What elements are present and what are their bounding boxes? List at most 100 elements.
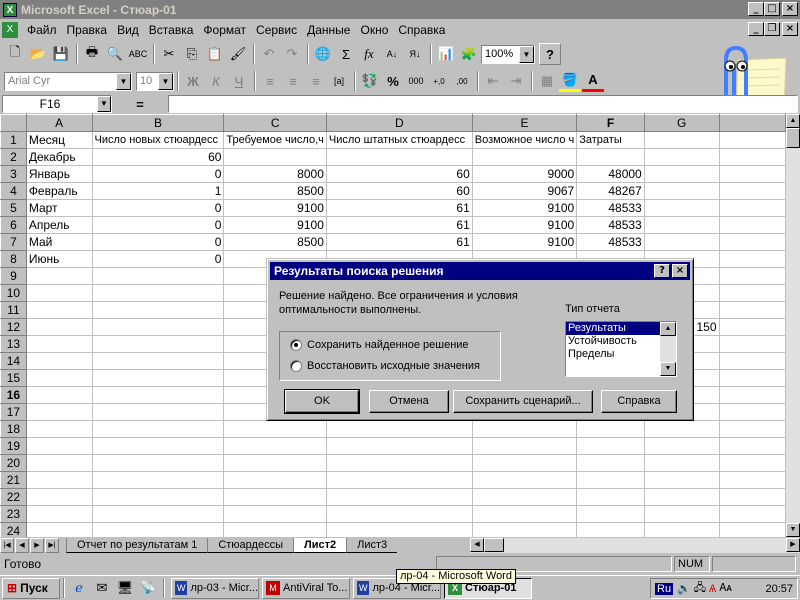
hyperlink-icon[interactable]: 🌐 bbox=[312, 43, 334, 65]
chevron-down-icon[interactable]: ▼ bbox=[97, 96, 111, 112]
cell[interactable] bbox=[26, 284, 93, 302]
cell[interactable]: 0 bbox=[92, 216, 225, 234]
help-icon[interactable]: ? bbox=[539, 43, 561, 65]
cell[interactable] bbox=[326, 420, 473, 438]
equals-button[interactable]: = bbox=[112, 97, 168, 112]
scroll-down-icon[interactable]: ▼ bbox=[660, 362, 676, 376]
cell[interactable]: 48000 bbox=[576, 165, 645, 183]
font-size-select[interactable]: 10 ▼ bbox=[136, 71, 174, 91]
spelling-icon[interactable]: ABC bbox=[127, 43, 149, 65]
cell[interactable]: 9067 bbox=[472, 182, 578, 200]
ok-button[interactable]: OK bbox=[284, 389, 360, 414]
prev-sheet-icon[interactable]: ◀ bbox=[15, 538, 29, 553]
cell[interactable] bbox=[576, 522, 645, 537]
cancel-button[interactable]: Отмена bbox=[369, 390, 449, 413]
cell[interactable]: Май bbox=[26, 233, 93, 251]
cell[interactable] bbox=[719, 488, 786, 506]
row-header[interactable]: 9 bbox=[0, 267, 27, 285]
cell[interactable]: Февраль bbox=[26, 182, 93, 200]
cell[interactable] bbox=[644, 216, 720, 234]
row-header[interactable]: 16 bbox=[0, 386, 27, 404]
cell[interactable] bbox=[576, 471, 645, 489]
cell[interactable] bbox=[719, 301, 786, 319]
scroll-right-icon[interactable]: ▶ bbox=[786, 538, 800, 552]
cell[interactable] bbox=[719, 522, 786, 537]
close-button[interactable]: × bbox=[782, 2, 798, 16]
cell[interactable] bbox=[644, 437, 720, 455]
language-indicator[interactable]: Ru bbox=[655, 582, 674, 595]
first-sheet-icon[interactable]: |◀ bbox=[0, 538, 14, 553]
cell[interactable] bbox=[26, 488, 93, 506]
print-preview-icon[interactable]: 🔍 bbox=[104, 43, 126, 65]
row-header[interactable]: 17 bbox=[0, 403, 27, 421]
cell[interactable] bbox=[92, 403, 225, 421]
cell[interactable]: 60 bbox=[326, 182, 473, 200]
cell[interactable] bbox=[576, 420, 645, 438]
cell[interactable]: Месяц bbox=[26, 131, 93, 149]
row-header[interactable]: 1 bbox=[0, 131, 27, 149]
cell[interactable]: 9100 bbox=[472, 233, 578, 251]
cell[interactable] bbox=[223, 471, 327, 489]
cell[interactable] bbox=[472, 437, 578, 455]
cell[interactable] bbox=[644, 182, 720, 200]
cell[interactable]: 48267 bbox=[576, 182, 645, 200]
cell[interactable]: 9100 bbox=[472, 199, 578, 217]
cell[interactable] bbox=[92, 352, 225, 370]
cell[interactable] bbox=[326, 148, 473, 166]
currency-icon[interactable]: 💱 bbox=[359, 70, 381, 92]
cell[interactable] bbox=[719, 284, 786, 302]
cell[interactable]: Затраты bbox=[576, 131, 645, 149]
autosum-icon[interactable]: Σ bbox=[335, 43, 357, 65]
align-center-icon[interactable]: ≡ bbox=[282, 70, 304, 92]
cell[interactable] bbox=[472, 454, 578, 472]
cell[interactable] bbox=[26, 301, 93, 319]
save-scenario-button[interactable]: Сохранить сценарий... bbox=[453, 390, 593, 413]
cell[interactable] bbox=[576, 488, 645, 506]
cell[interactable] bbox=[26, 505, 93, 523]
scroll-down-icon[interactable]: ▼ bbox=[786, 523, 800, 537]
vertical-scrollbar[interactable]: ▲ ▼ bbox=[786, 114, 800, 537]
cell[interactable]: 61 bbox=[326, 233, 473, 251]
cell[interactable] bbox=[472, 488, 578, 506]
merge-center-icon[interactable]: [a] bbox=[328, 70, 350, 92]
cell[interactable]: Апрель bbox=[26, 216, 93, 234]
row-header[interactable]: 24 bbox=[0, 522, 27, 537]
cell[interactable] bbox=[644, 131, 720, 149]
row-header[interactable]: 11 bbox=[0, 301, 27, 319]
cell[interactable] bbox=[326, 471, 473, 489]
cell[interactable] bbox=[92, 386, 225, 404]
row-header[interactable]: 15 bbox=[0, 369, 27, 387]
cell[interactable] bbox=[576, 454, 645, 472]
cell[interactable]: 60 bbox=[92, 148, 225, 166]
row-header[interactable]: 4 bbox=[0, 182, 27, 200]
cell[interactable]: 8500 bbox=[223, 233, 327, 251]
align-left-icon[interactable]: ≡ bbox=[259, 70, 281, 92]
cell[interactable] bbox=[26, 267, 93, 285]
cell[interactable] bbox=[26, 318, 93, 336]
indent-increase-icon[interactable]: ⇥ bbox=[505, 70, 527, 92]
zoom-select[interactable]: 100% ▼ bbox=[481, 44, 535, 64]
window-titlebar[interactable]: X Microsoft Excel - Стюар-01 _ □ × bbox=[0, 0, 800, 19]
sheet-tab-report[interactable]: Отчет по результатам 1 bbox=[66, 538, 208, 553]
row-header[interactable]: 10 bbox=[0, 284, 27, 302]
report-option-limits[interactable]: Пределы bbox=[566, 348, 662, 361]
function-icon[interactable]: fx bbox=[358, 43, 380, 65]
cell[interactable] bbox=[223, 437, 327, 455]
dialog-titlebar[interactable]: Результаты поиска решения ? × bbox=[270, 262, 690, 280]
cell[interactable]: Возможное число ч bbox=[472, 131, 578, 149]
channels-icon[interactable]: 📡 bbox=[137, 577, 159, 599]
task-antiviral[interactable]: M AntiViral To... bbox=[262, 577, 350, 599]
sheet-tab-list2[interactable]: Лист2 bbox=[293, 538, 347, 553]
cell[interactable] bbox=[472, 505, 578, 523]
cell[interactable]: 0 bbox=[92, 233, 225, 251]
cell[interactable] bbox=[719, 233, 786, 251]
cell[interactable]: 1 bbox=[92, 182, 225, 200]
cut-icon[interactable]: ✂ bbox=[158, 43, 180, 65]
percent-button[interactable]: % bbox=[382, 70, 404, 92]
cell[interactable] bbox=[719, 131, 786, 149]
cell[interactable] bbox=[326, 437, 473, 455]
clock[interactable]: 20:57 bbox=[765, 583, 793, 595]
cell[interactable] bbox=[644, 148, 720, 166]
dialog-help-button[interactable]: Справка bbox=[601, 390, 677, 413]
cell[interactable] bbox=[326, 505, 473, 523]
